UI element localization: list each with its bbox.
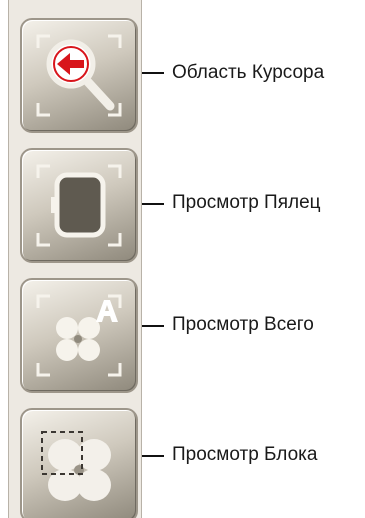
zoom-cursor-icon — [36, 34, 122, 117]
callout-line-4 — [142, 455, 164, 457]
label-zoom-to-cursor: Область Курсора — [172, 62, 325, 83]
zoom-to-cursor-button[interactable] — [20, 18, 138, 133]
vertical-toolbar — [8, 0, 142, 518]
zoom-toolbar-diagram: Область Курсора Просмотр Пялец Просмотр … — [0, 0, 365, 518]
label-block-view: Просмотр Блока — [172, 444, 318, 465]
hoop-view-icon — [36, 164, 122, 247]
callout-line-1 — [142, 72, 164, 74]
view-all-icon — [36, 294, 122, 377]
hoop-view-button[interactable] — [20, 148, 138, 263]
callout-line-3 — [142, 325, 164, 327]
label-view-all: Просмотр Всего — [172, 314, 314, 335]
callout-line-2 — [142, 203, 164, 205]
block-view-button[interactable] — [20, 408, 138, 518]
view-all-button[interactable] — [20, 278, 138, 393]
label-hoop-view: Просмотр Пялец — [172, 192, 321, 213]
block-view-icon — [41, 431, 111, 501]
